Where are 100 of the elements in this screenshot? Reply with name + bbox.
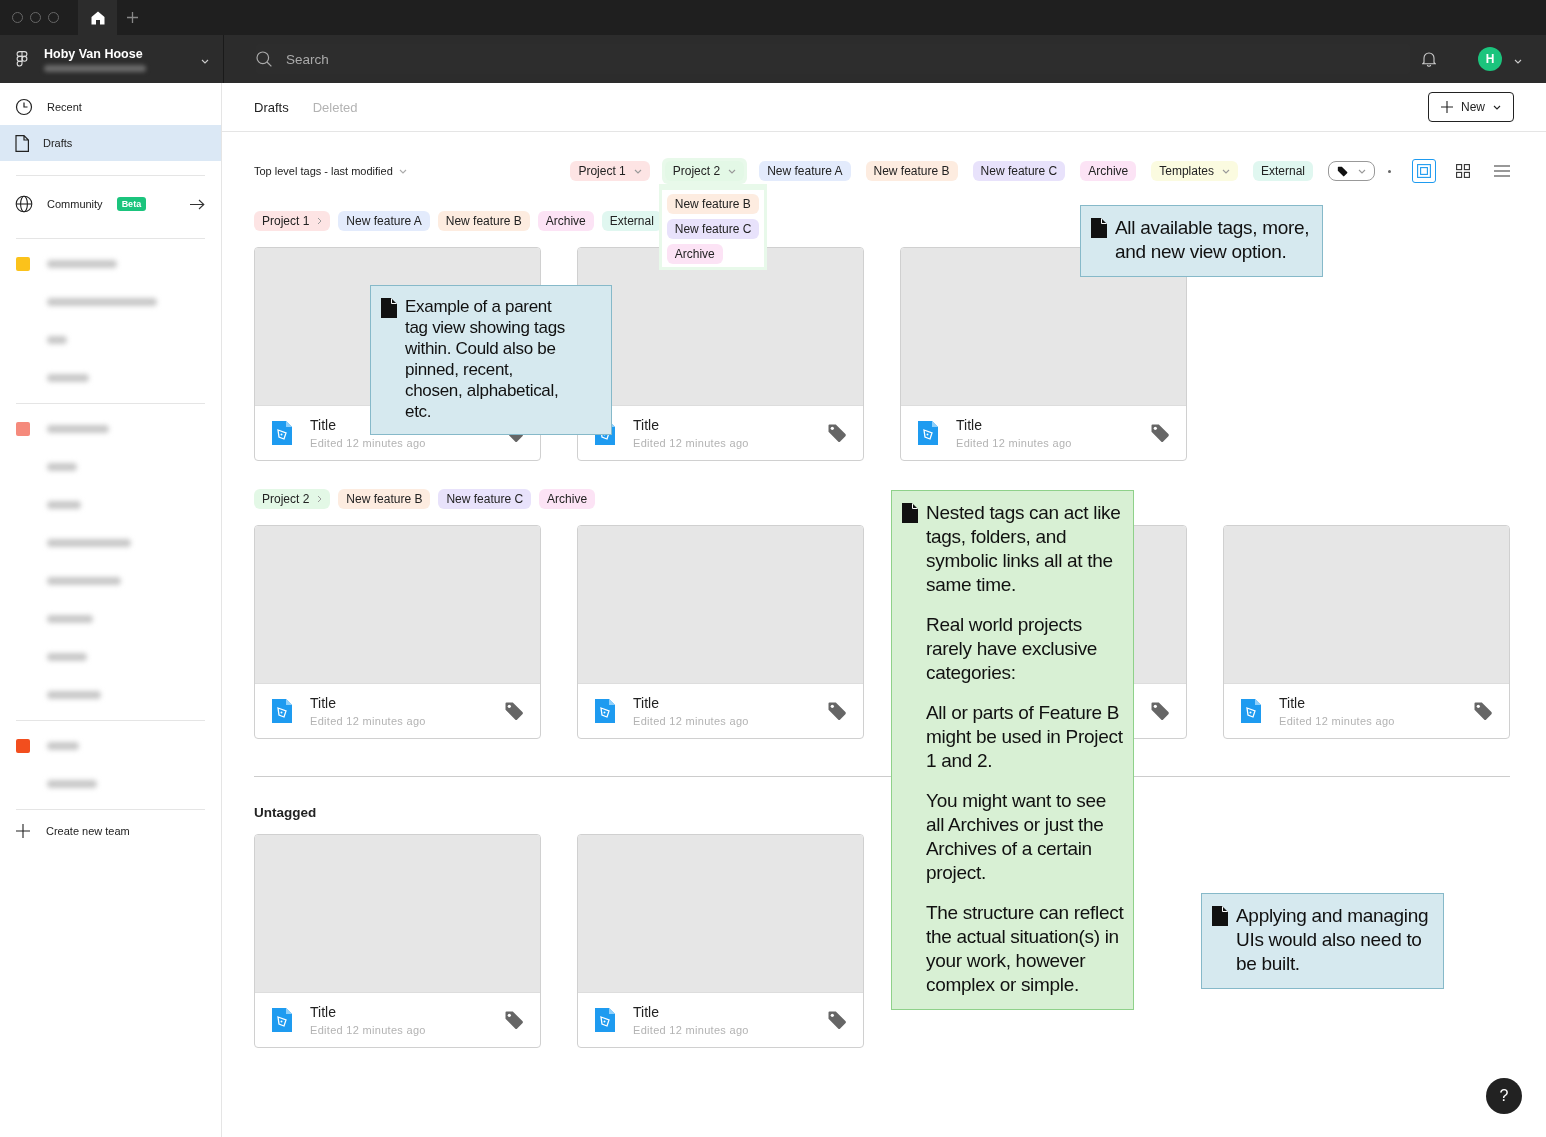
edited-time: Edited 12 minutes ago [633,437,749,449]
tag-chip[interactable]: New feature C [972,161,1066,181]
note-text: Example of a parent tag view showing tags within. Could also be pinned, recent, chosen, alphabetical, etc. [405,296,566,422]
tag-chip[interactable]: Project 1 [570,161,650,181]
note-text: All or parts of Feature B might be used in Project 1 and 2. [926,701,1124,773]
file-icon [15,134,29,152]
tag-icon [1150,423,1170,443]
tag-chip[interactable]: Archive [539,489,596,509]
list-icon [1494,165,1510,177]
design-file-icon [272,1008,292,1032]
blurred-text [47,691,101,699]
tag-icon [1473,701,1493,721]
chevron-right-icon [317,495,323,503]
sort-dropdown[interactable]: Top level tags - last modified [254,165,407,177]
edited-time: Edited 12 minutes ago [310,1024,426,1036]
add-tab-icon[interactable] [126,12,138,23]
tag-chip[interactable]: New feature C [666,219,760,239]
file-title: Title [310,1004,336,1020]
search-field[interactable]: Search [284,50,1410,68]
tag-chip[interactable]: Archive [1080,161,1137,181]
file-title: Title [310,417,336,433]
tag-chip[interactable]: New feature A [338,211,430,231]
design-file-icon [272,699,292,723]
chevron-down-icon [1514,59,1522,64]
chevron-down-icon [1358,168,1366,174]
tag-icon [827,701,847,721]
tag-chip[interactable]: External [601,211,662,231]
edited-time: Edited 12 minutes ago [633,1024,749,1036]
chevron-down-icon [398,168,407,174]
compact-view-icon [1417,164,1431,178]
edited-time: Edited 12 minutes ago [633,715,749,727]
blurred-text [47,780,97,788]
file-title: Title [1279,695,1305,711]
globe-icon [15,195,33,213]
note-text: Applying and managing UIs would also need to be built. [1236,904,1430,976]
file-card[interactable]: Title Edited 12 minutes ago [254,525,541,739]
note-text: Nested tags can act like tags, folders, and symbolic links all at the same time. [926,501,1122,597]
search-icon [256,51,272,67]
chevron-down-icon [1493,104,1501,110]
design-file-icon [595,699,615,723]
sidebar-item[interactable]: Recent [0,89,221,125]
design-file-icon [1241,699,1261,723]
document-icon [902,503,918,523]
new-button[interactable]: New [1428,92,1514,122]
account-name: Hoby Van Hoose [44,46,144,61]
edited-time: Edited 12 minutes ago [956,437,1072,449]
blurred-text [47,742,79,750]
file-card[interactable]: Title Edited 12 minutes ago [577,834,864,1048]
tag-chip[interactable]: Project 2 [254,489,331,509]
tag-chip[interactable]: New feature A [759,161,851,181]
tag-chip[interactable]: Archive [666,244,723,264]
help-button[interactable]: ? [1486,1078,1522,1114]
tag-icon [1150,701,1170,721]
file-title: Title [633,695,659,711]
tag-chip[interactable]: Project 1 [254,211,331,231]
beta-badge: Beta [116,197,147,211]
create-team-link[interactable]: Create new team [46,825,130,837]
tag-chip[interactable]: New feature C [438,489,532,509]
plus-icon [16,824,30,838]
clock-icon [15,98,33,116]
file-title: Title [956,417,982,433]
tab[interactable]: Drafts [254,99,289,115]
file-card[interactable]: Title Edited 12 minutes ago [1223,525,1510,739]
community-link[interactable]: Community [47,198,103,210]
tag-chip[interactable]: Project 2 [664,161,745,181]
file-card[interactable]: Title Edited 12 minutes ago [577,525,864,739]
tag-chip[interactable]: Templates [1151,161,1238,181]
tag-chip[interactable]: Archive [537,211,594,231]
edited-time: Edited 12 minutes ago [1279,715,1395,727]
tag-chip[interactable]: New feature B [666,194,759,214]
tag-chip[interactable]: New feature B [437,211,530,231]
chevron-down-icon [1221,168,1230,174]
tag-icon [504,1010,524,1030]
blurred-text [47,374,89,382]
app-logo-icon [16,50,28,68]
note-text: Real world projects rarely have exclusive categories: [926,613,1099,685]
tag-filter-dropdown[interactable] [1328,161,1375,181]
blurred-text [47,653,87,661]
file-title: Title [633,1004,659,1020]
blurred-text [47,336,67,344]
arrow-right-icon[interactable] [190,198,205,210]
file-card[interactable]: Title Edited 12 minutes ago [254,834,541,1048]
tag-chip[interactable]: External [1252,161,1313,181]
notification-bell-icon[interactable] [1422,51,1436,67]
tag-icon [504,701,524,721]
chevron-down-icon [633,168,642,174]
blurred-text [47,615,93,623]
file-title: Title [310,695,336,711]
sidebar-item[interactable]: Drafts [0,125,221,161]
design-file-icon [272,421,292,445]
home-tab[interactable] [78,0,117,35]
tag-icon [1337,165,1348,177]
plus-icon [1441,101,1453,113]
compact-view-button[interactable] [1412,159,1436,183]
chevron-down-icon [728,168,737,174]
tag-chip[interactable]: New feature B [338,489,431,509]
document-icon [381,298,397,318]
chevron-right-icon [317,217,323,225]
tag-chip[interactable]: New feature B [865,161,958,181]
note-text: The structure can reflect the actual situation(s) in your work, however complex or simple. [926,901,1125,997]
